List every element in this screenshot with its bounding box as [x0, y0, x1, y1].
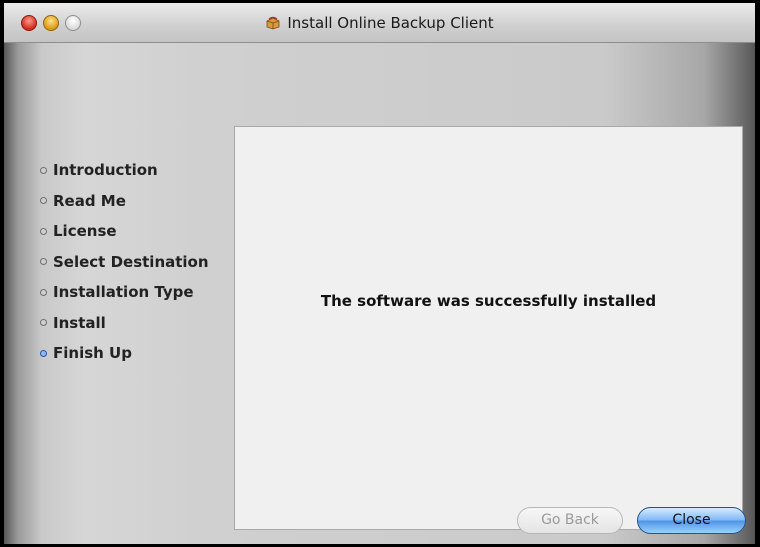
step-label: Introduction [53, 161, 158, 180]
current-step-bullet-icon [40, 349, 47, 357]
step-label: Select Destination [53, 252, 209, 271]
step-select-destination: Select Destination [40, 247, 209, 278]
step-bullet-icon [40, 166, 47, 174]
title-bar[interactable]: Install Online Backup Client [4, 3, 755, 43]
step-label: Finish Up [53, 344, 132, 363]
step-read-me: Read Me [40, 186, 209, 217]
step-bullet-icon [40, 319, 47, 327]
step-bullet-icon [40, 227, 47, 235]
step-introduction: Introduction [40, 155, 209, 186]
content-panel: The software was successfully installed [234, 126, 743, 530]
step-list: Introduction Read Me License Select Dest… [40, 155, 209, 369]
step-installation-type: Installation Type [40, 277, 209, 308]
close-button[interactable]: Close [637, 507, 746, 534]
step-bullet-icon [40, 197, 47, 205]
step-bullet-icon [40, 288, 47, 296]
step-finish-up: Finish Up [40, 338, 209, 369]
window-title: Install Online Backup Client [287, 14, 494, 32]
step-bullet-icon [40, 258, 47, 266]
go-back-button[interactable]: Go Back [517, 507, 623, 534]
step-license: License [40, 216, 209, 247]
window-title-area: Install Online Backup Client [4, 14, 755, 32]
installer-body: Introduction Read Me License Select Dest… [4, 43, 755, 544]
step-install: Install [40, 308, 209, 339]
package-icon [265, 16, 281, 30]
step-label: License [53, 222, 117, 241]
step-label: Installation Type [53, 283, 194, 302]
step-label: Read Me [53, 191, 126, 210]
installer-window: Install Online Backup Client Introductio… [4, 3, 755, 544]
step-label: Install [53, 313, 106, 332]
success-message: The software was successfully installed [320, 292, 657, 310]
